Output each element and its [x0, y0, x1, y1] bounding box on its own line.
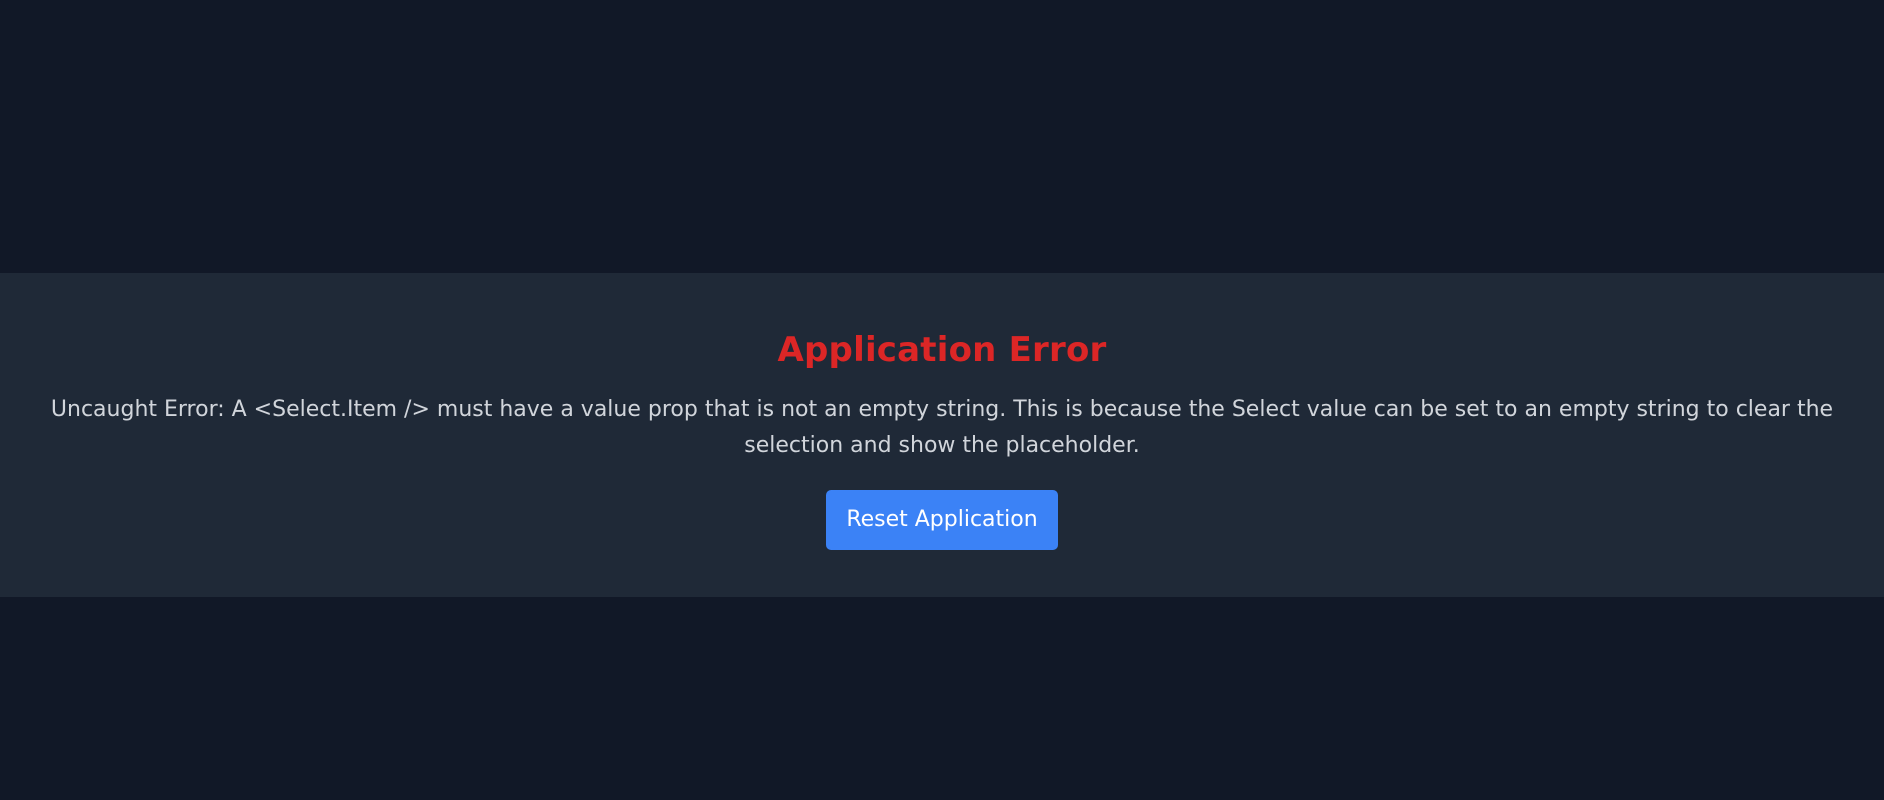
error-panel: Application Error Uncaught Error: A <Sel…	[0, 273, 1884, 597]
reset-application-button[interactable]: Reset Application	[826, 490, 1058, 550]
error-title: Application Error	[777, 330, 1107, 370]
error-message: Uncaught Error: A <Select.Item /> must h…	[50, 397, 1834, 458]
app-page: Application Error Uncaught Error: A <Sel…	[0, 0, 1884, 800]
